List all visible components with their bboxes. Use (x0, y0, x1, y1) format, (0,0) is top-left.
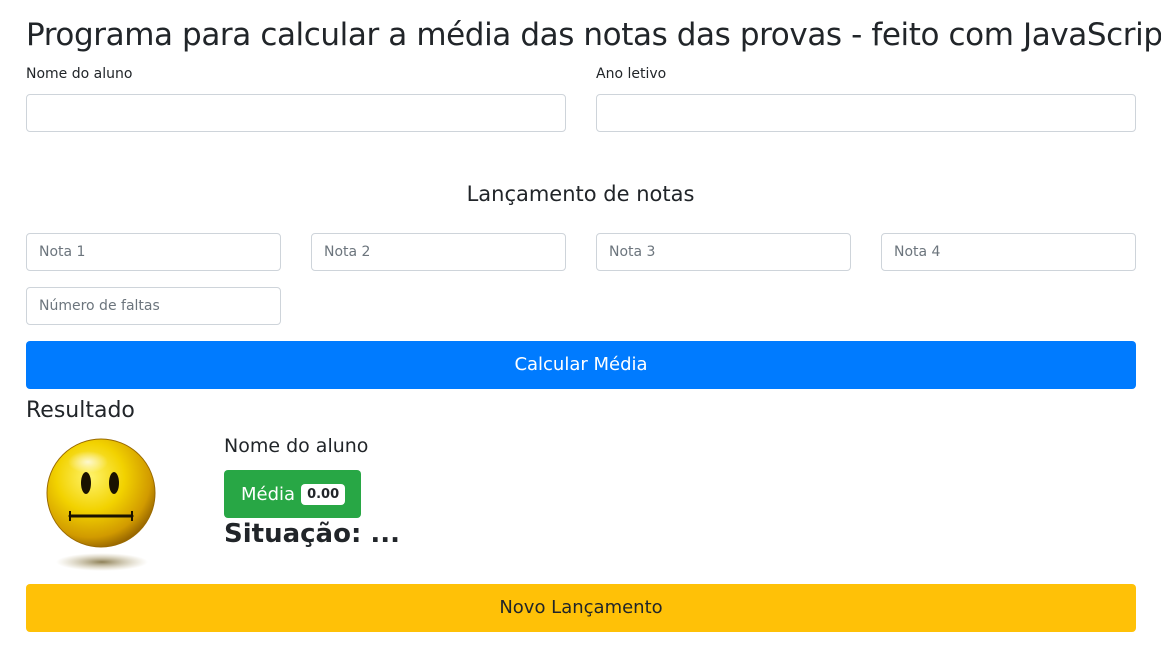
average-badge: Média 0.00 (224, 470, 361, 518)
school-year-input[interactable] (596, 94, 1136, 132)
page-title: Programa para calcular a média das notas… (26, 17, 1161, 53)
calculate-average-button[interactable]: Calcular Média (26, 341, 1136, 389)
average-label: Média (241, 483, 296, 505)
neutral-face-icon (44, 438, 160, 574)
situation-status: Situação: ... (224, 519, 401, 549)
grade-3-input[interactable] (596, 233, 851, 271)
grade-1-input[interactable] (26, 233, 281, 271)
grade-2-input[interactable] (311, 233, 566, 271)
result-title: Resultado (26, 398, 135, 423)
student-name-label: Nome do aluno (26, 66, 133, 82)
school-year-label: Ano letivo (596, 66, 667, 82)
average-value: 0.00 (301, 483, 346, 505)
grades-section-title: Lançamento de notas (466, 182, 695, 206)
grade-4-input[interactable] (881, 233, 1136, 271)
student-name-input[interactable] (26, 94, 566, 132)
new-entry-button[interactable]: Novo Lançamento (26, 584, 1136, 632)
absences-input[interactable] (26, 287, 281, 325)
result-student-name: Nome do aluno (224, 435, 369, 457)
